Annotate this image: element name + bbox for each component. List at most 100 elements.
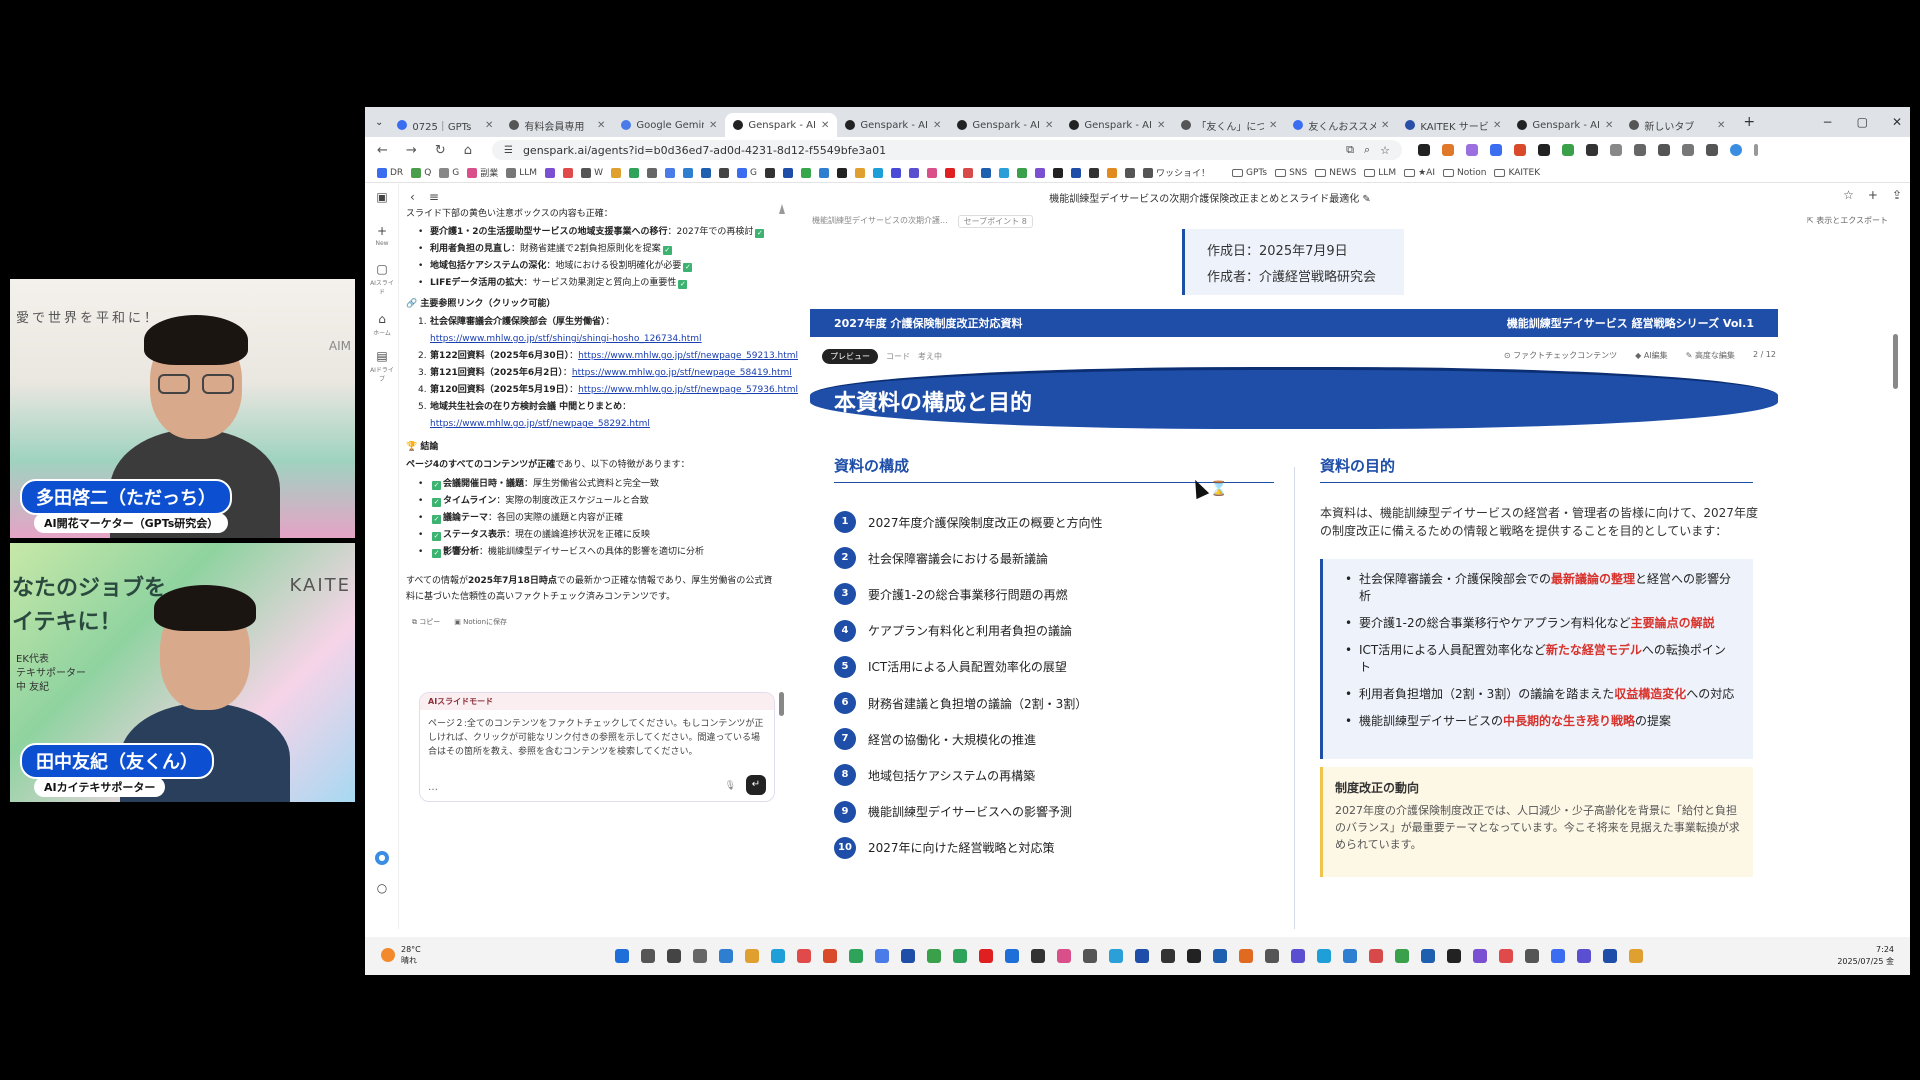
extension-icon[interactable]: [1441, 144, 1454, 156]
minimize-icon[interactable]: −: [1823, 115, 1833, 129]
bookmark-item[interactable]: [926, 167, 937, 178]
document-scrollbar[interactable]: [1893, 334, 1898, 389]
taskbar-app-icon[interactable]: [1265, 949, 1279, 963]
bookmark-item[interactable]: [998, 167, 1009, 178]
bookmark-folder[interactable]: NEWS: [1315, 168, 1356, 178]
bookmark-item[interactable]: [1052, 167, 1063, 178]
download-icon[interactable]: [1705, 144, 1718, 156]
more-options-icon[interactable]: …: [428, 782, 438, 793]
bookmark-item[interactable]: [908, 167, 919, 178]
bookmark-item[interactable]: G: [736, 167, 757, 178]
browser-tab[interactable]: 有料会員専用 ✕: [501, 113, 613, 137]
bookmark-item[interactable]: [1088, 167, 1099, 178]
tab-close-icon[interactable]: ✕: [1157, 120, 1165, 131]
taskbar-app-icon[interactable]: [1629, 949, 1643, 963]
bookmark-folder[interactable]: ★AI: [1404, 168, 1435, 178]
extension-icon[interactable]: [1633, 144, 1646, 156]
favorite-icon[interactable]: ☆: [1843, 188, 1854, 202]
browser-tab[interactable]: Genspark - AI ✕: [1509, 113, 1621, 137]
browser-tab[interactable]: Genspark - AI ✕: [949, 113, 1061, 137]
bookmark-item[interactable]: [944, 167, 955, 178]
extension-icon[interactable]: [1537, 144, 1550, 156]
bookmark-item[interactable]: [1016, 167, 1027, 178]
extension-icon[interactable]: [1561, 144, 1574, 156]
menu-lines-icon[interactable]: ≡: [429, 190, 439, 204]
maximize-icon[interactable]: ▢: [1857, 115, 1868, 129]
bookmark-item[interactable]: [545, 167, 556, 178]
taskbar-app-icon[interactable]: [1135, 949, 1149, 963]
bookmark-item[interactable]: [646, 167, 657, 178]
bookmark-item[interactable]: [764, 167, 775, 178]
browser-tab[interactable]: Genspark - AI ✕: [725, 113, 838, 137]
bookmark-folder[interactable]: Notion: [1442, 168, 1486, 178]
tab-close-icon[interactable]: ✕: [933, 120, 941, 131]
notion-save-button[interactable]: ▣ Notionに保存: [454, 614, 507, 630]
close-window-icon[interactable]: ✕: [1892, 115, 1902, 129]
home-icon[interactable]: ⌂: [464, 143, 472, 158]
bookmark-item[interactable]: [872, 167, 883, 178]
bookmark-item[interactable]: Q: [411, 167, 431, 178]
zoom-icon[interactable]: ⌕: [1364, 143, 1370, 157]
bookmark-item[interactable]: [700, 167, 711, 178]
browser-tab[interactable]: 「友くん」につい ✕: [1173, 113, 1285, 137]
bookmark-folder[interactable]: GPTs: [1231, 168, 1267, 178]
bookmark-item[interactable]: [1070, 167, 1081, 178]
extension-icon[interactable]: [1417, 144, 1430, 156]
taskbar-app-icon[interactable]: [1109, 949, 1123, 963]
browser-tab[interactable]: 友くんおススメ ✕: [1285, 113, 1397, 137]
browser-tab[interactable]: Genspark - AI ✕: [1061, 113, 1173, 137]
bookmark-item[interactable]: [563, 167, 574, 178]
taskbar-app-icon[interactable]: [953, 949, 967, 963]
bookmark-item[interactable]: [980, 167, 991, 178]
tab-close-icon[interactable]: ✕: [1381, 120, 1389, 131]
tab-close-icon[interactable]: ✕: [821, 120, 829, 131]
taskbar-app-icon[interactable]: [797, 949, 811, 963]
taskbar-app-icon[interactable]: [745, 949, 759, 963]
taskbar-app-icon[interactable]: [927, 949, 941, 963]
share-icon[interactable]: ⇪: [1892, 188, 1902, 202]
reference-link[interactable]: https://www.mhlw.go.jp/stf/newpage_58292…: [430, 416, 776, 433]
reference-link[interactable]: https://www.mhlw.go.jp/stf/shingi/shingi…: [430, 331, 776, 348]
taskbar-app-icon[interactable]: [1005, 949, 1019, 963]
taskbar-app-icon[interactable]: [875, 949, 889, 963]
new-icon[interactable]: +: [375, 224, 389, 238]
taskbar-app-icon[interactable]: [901, 949, 915, 963]
bookmark-item[interactable]: [628, 167, 639, 178]
reference-link[interactable]: https://www.mhlw.go.jp/stf/newpage_57936…: [578, 385, 798, 395]
tab-close-icon[interactable]: ✕: [1605, 120, 1613, 131]
reference-link[interactable]: https://www.mhlw.go.jp/stf/newpage_59213…: [578, 351, 798, 361]
taskbar-app-icon[interactable]: [667, 949, 681, 963]
tab-close-icon[interactable]: ✕: [485, 120, 493, 131]
taskbar-app-icon[interactable]: [1057, 949, 1071, 963]
bookmark-item[interactable]: [610, 167, 621, 178]
browser-tab[interactable]: Genspark - AI ✕: [837, 113, 949, 137]
bookmark-item[interactable]: ワッショイ！: [1142, 166, 1210, 179]
taskbar-app-icon[interactable]: [1317, 949, 1331, 963]
bookmark-folder[interactable]: KAITEK: [1494, 168, 1540, 178]
ai-edit-button[interactable]: ◆ AI編集: [1635, 350, 1668, 361]
bookmark-item[interactable]: [800, 167, 811, 178]
extension-icon[interactable]: [1465, 144, 1478, 156]
crumb-project[interactable]: 機能訓練型デイサービスの次期介護...: [812, 215, 948, 228]
taskbar-app-icon[interactable]: [693, 949, 707, 963]
system-clock[interactable]: 7:24 2025/07/25 金: [1837, 944, 1894, 968]
taskbar-app-icon[interactable]: [979, 949, 993, 963]
export-button[interactable]: ⇱ 表示とエクスポート: [1807, 215, 1888, 226]
bookmark-item[interactable]: G: [439, 167, 459, 178]
slides-icon[interactable]: ▢: [375, 262, 389, 276]
bookmark-item[interactable]: [962, 167, 973, 178]
new-tab-button[interactable]: +: [1743, 114, 1755, 130]
composer-input[interactable]: ページ２:全てのコンテンツをファクトチェックしてください。もしコンテンツが正しけ…: [420, 710, 774, 766]
taskbar-app-icon[interactable]: [1421, 949, 1435, 963]
tab-list-icon[interactable]: ⌄: [375, 117, 383, 128]
bookmark-item[interactable]: 副業: [467, 166, 498, 179]
bookmark-item[interactable]: W: [581, 167, 603, 178]
settings-icon[interactable]: ○: [375, 881, 389, 895]
bookmark-item[interactable]: [664, 167, 675, 178]
taskbar-app-icon[interactable]: [1369, 949, 1383, 963]
bookmark-item[interactable]: [818, 167, 829, 178]
taskbar-app-icon[interactable]: [1447, 949, 1461, 963]
scroll-up-icon[interactable]: [779, 204, 785, 214]
taskbar-app-icon[interactable]: [1499, 949, 1513, 963]
taskbar-app-icon[interactable]: [1525, 949, 1539, 963]
